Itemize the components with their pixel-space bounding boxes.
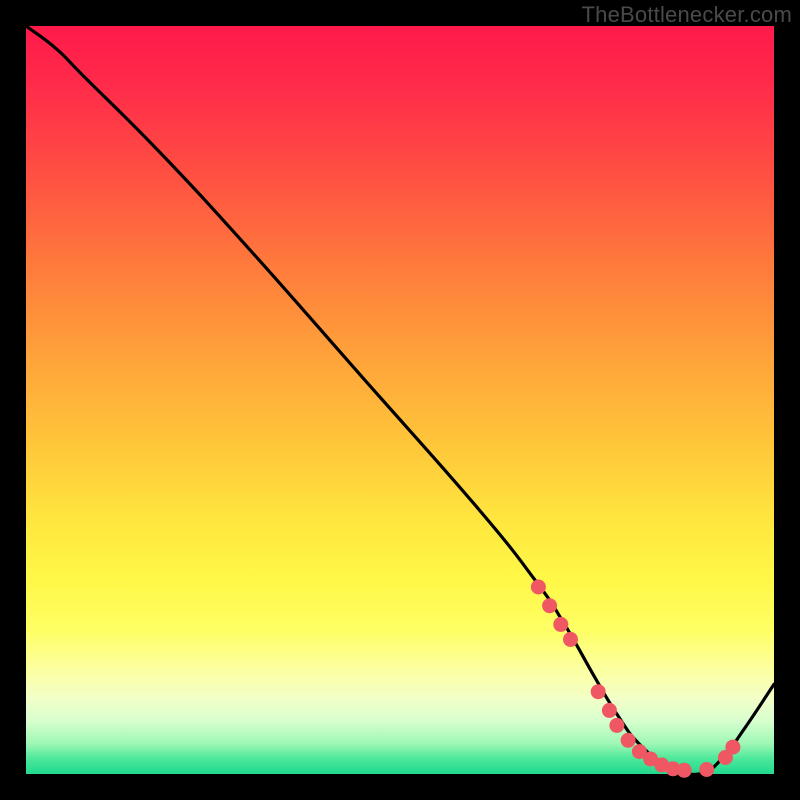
- data-point: [699, 762, 714, 777]
- chart-svg: [26, 26, 774, 774]
- data-point: [677, 763, 692, 778]
- plot-area: [26, 26, 774, 774]
- chart-stage: TheBottlenecker.com: [0, 0, 800, 800]
- highlight-points: [531, 580, 741, 778]
- data-point: [591, 684, 606, 699]
- data-point: [531, 580, 546, 595]
- data-point: [725, 740, 740, 755]
- watermark-text: TheBottlenecker.com: [582, 2, 792, 28]
- data-point: [553, 617, 568, 632]
- data-point: [602, 703, 617, 718]
- data-point: [609, 718, 624, 733]
- data-point: [621, 733, 636, 748]
- data-point: [542, 598, 557, 613]
- data-point: [563, 632, 578, 647]
- bottleneck-curve: [26, 26, 774, 774]
